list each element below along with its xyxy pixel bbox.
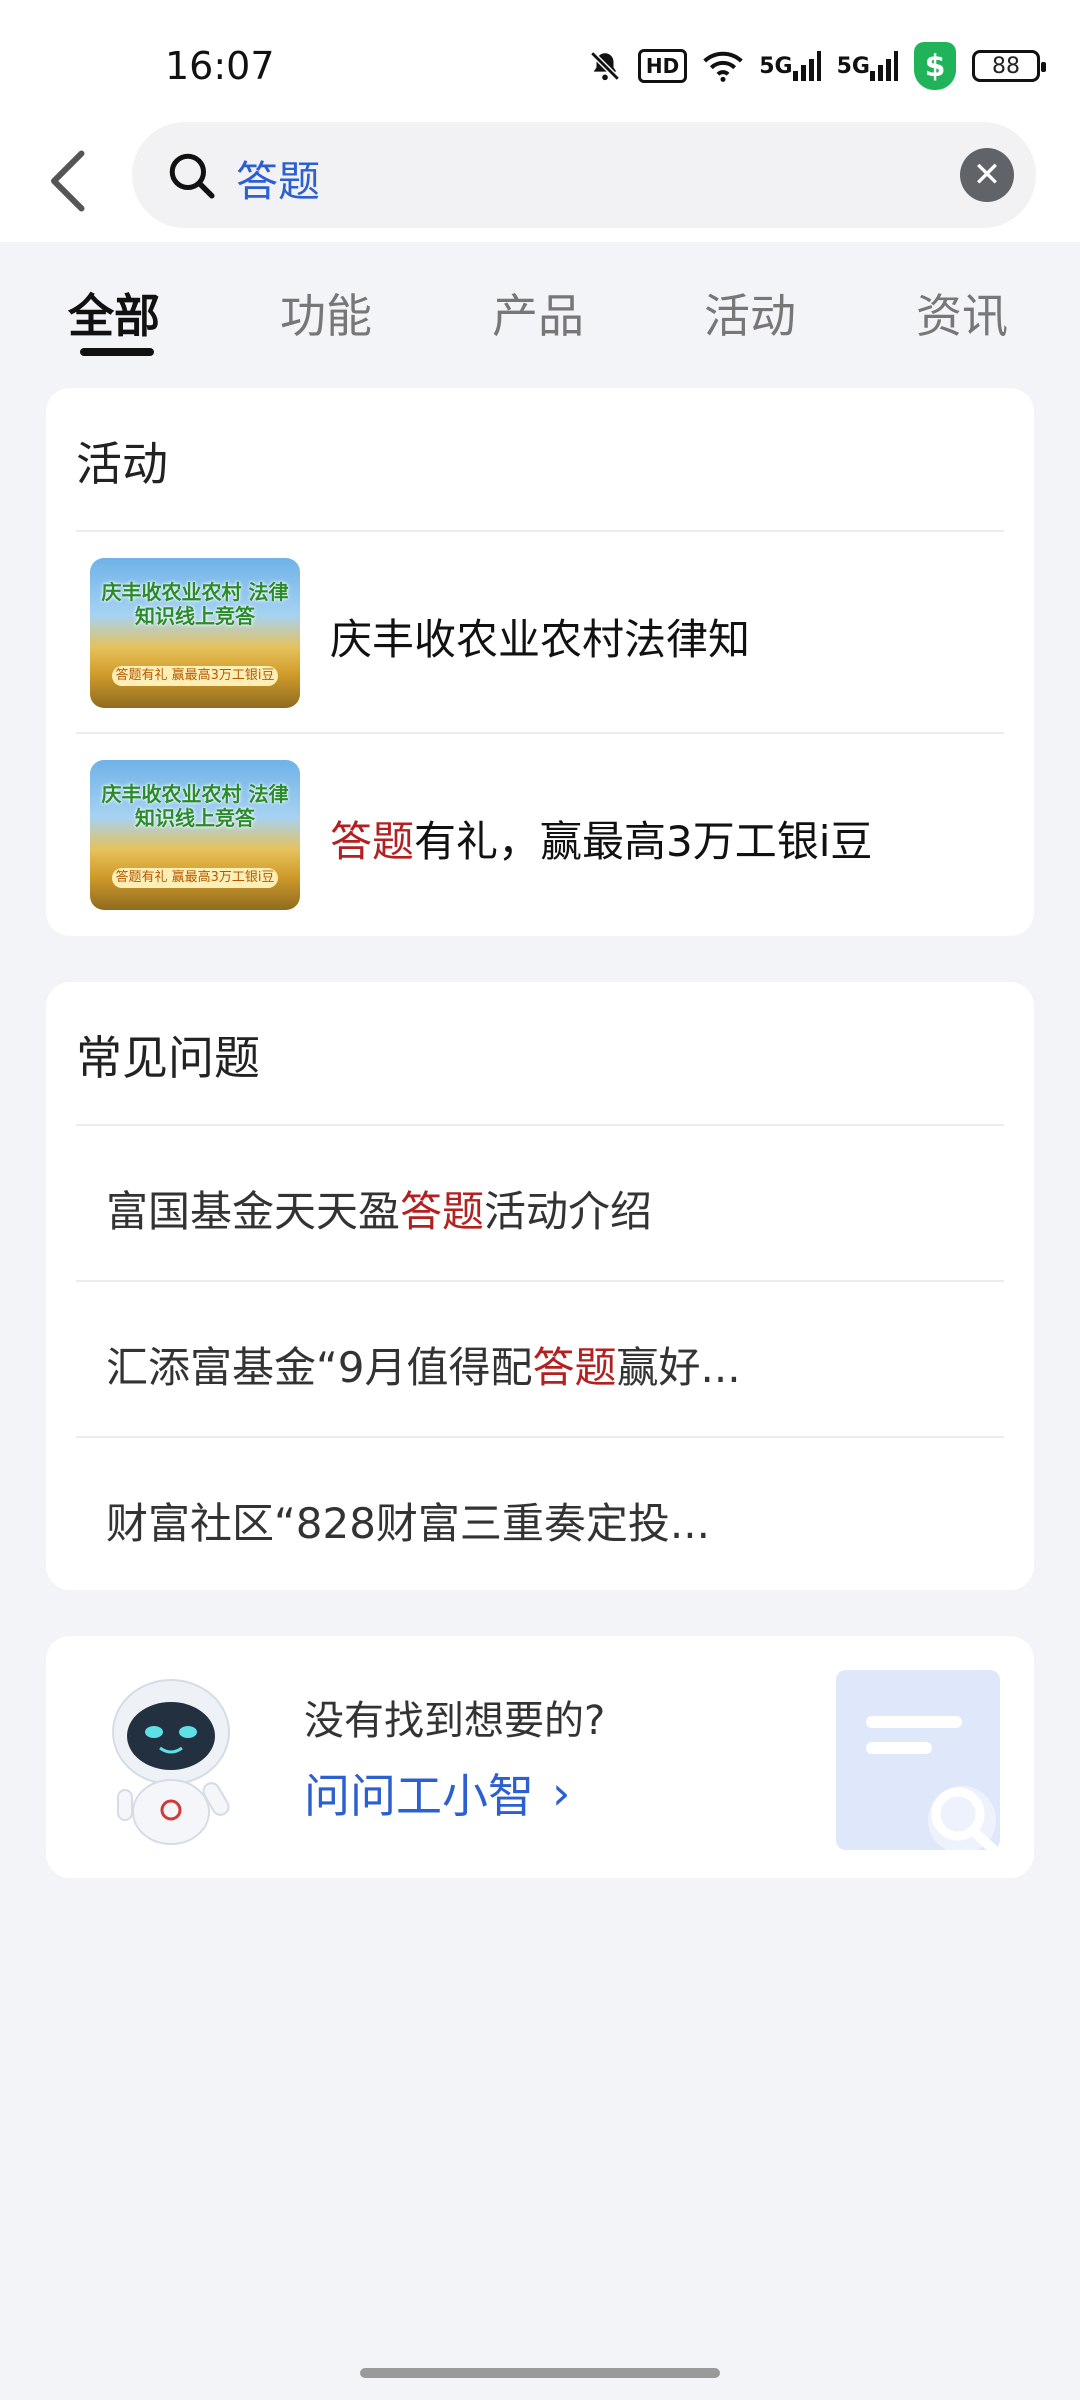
home-indicator[interactable] <box>360 2368 720 2378</box>
faq-item[interactable]: 富国基金天天盈答题活动介绍 <box>76 1126 1004 1280</box>
section-title: 常见问题 <box>76 1031 260 1085</box>
keyword-highlight: 答题 <box>400 1187 485 1236</box>
status-time: 16:07 <box>165 44 275 88</box>
tab-products[interactable]: 产品 <box>492 280 584 346</box>
thumb-caption: 庆丰收农业农村 法律知识线上竞答 <box>101 580 289 628</box>
search-header: 答题 ✕ <box>0 120 1080 242</box>
thumb-caption: 庆丰收农业农村 法律知识线上竞答 <box>101 782 289 830</box>
activity-thumbnail: 庆丰收农业农村 法律知识线上竞答 答题有礼 赢最高3万工银i豆 <box>90 760 300 910</box>
activity-card: 活动 庆丰收农业农村 法律知识线上竞答 答题有礼 赢最高3万工银i豆 庆丰收农业… <box>46 388 1034 936</box>
faq-text: 富国基金天天盈答题活动介绍 <box>106 1187 653 1236</box>
faq-item[interactable]: 汇添富基金“9月值得配答题赢好... <box>76 1282 1004 1436</box>
ask-assistant-link[interactable]: 问问工小智 › <box>304 1760 570 1826</box>
keyword-highlight: 答题 <box>330 817 415 866</box>
back-chevron-icon[interactable] <box>44 146 94 216</box>
chevron-right-icon: › <box>552 1766 571 1820</box>
hd-badge: HD <box>637 49 688 83</box>
ask-assistant-label: 问问工小智 <box>304 1769 534 1823</box>
active-tab-indicator <box>80 348 154 356</box>
signal-5g-1: 5G <box>759 51 821 81</box>
category-tabs: 全部 功能 产品 活动 资讯 <box>0 272 1080 356</box>
battery-indicator: 88 <box>972 50 1046 82</box>
status-bar: 16:07 HD 5G 5G $ 88 <box>0 0 1080 120</box>
keyword-highlight: 答题 <box>532 1343 617 1392</box>
title-rest: 有礼，赢最高3万工银i豆 <box>414 817 873 866</box>
activity-title: 庆丰收农业农村法律知 <box>330 615 751 664</box>
faq-text: 财富社区“828财富三重奏定投... <box>106 1499 710 1548</box>
activity-item[interactable]: 庆丰收农业农村 法律知识线上竞答 答题有礼 赢最高3万工银i豆 答题有礼，赢最高… <box>76 734 1004 934</box>
faq-text: 汇添富基金“9月值得配答题赢好... <box>106 1343 741 1392</box>
search-input[interactable]: 答题 ✕ <box>132 122 1036 228</box>
activity-thumbnail: 庆丰收农业农村 法律知识线上竞答 答题有礼 赢最高3万工银i豆 <box>90 558 300 708</box>
document-search-icon <box>836 1670 1000 1854</box>
signal-5g-2: 5G <box>837 51 898 81</box>
faq-card: 常见问题 富国基金天天盈答题活动介绍 汇添富基金“9月值得配答题赢好... 财富… <box>46 982 1034 1590</box>
tab-features[interactable]: 功能 <box>280 280 372 346</box>
activity-title: 答题有礼，赢最高3万工银i豆 <box>330 808 872 869</box>
search-icon <box>166 150 216 200</box>
security-shield-icon: $ <box>914 42 956 90</box>
thumb-badge: 答题有礼 赢最高3万工银i豆 <box>112 666 278 686</box>
thumb-badge: 答题有礼 赢最高3万工银i豆 <box>112 868 278 888</box>
robot-mascot-icon <box>96 1672 246 1848</box>
help-question: 没有找到想要的? <box>304 1698 606 1744</box>
search-query[interactable]: 答题 <box>236 148 320 209</box>
mute-bell-icon <box>588 49 622 83</box>
faq-item[interactable]: 财富社区“828财富三重奏定投... <box>76 1438 1004 1592</box>
tab-news[interactable]: 资讯 <box>916 280 1008 346</box>
tab-activities[interactable]: 活动 <box>704 280 796 346</box>
activity-item[interactable]: 庆丰收农业农村 法律知识线上竞答 答题有礼 赢最高3万工银i豆 庆丰收农业农村法… <box>76 532 1004 732</box>
assistant-card[interactable]: 没有找到想要的? 问问工小智 › <box>46 1636 1034 1878</box>
status-icons: HD 5G 5G $ 88 <box>588 42 1046 90</box>
tab-all[interactable]: 全部 <box>68 280 160 346</box>
wifi-icon <box>703 50 743 82</box>
clear-icon[interactable]: ✕ <box>960 148 1014 202</box>
section-title: 活动 <box>76 437 168 491</box>
